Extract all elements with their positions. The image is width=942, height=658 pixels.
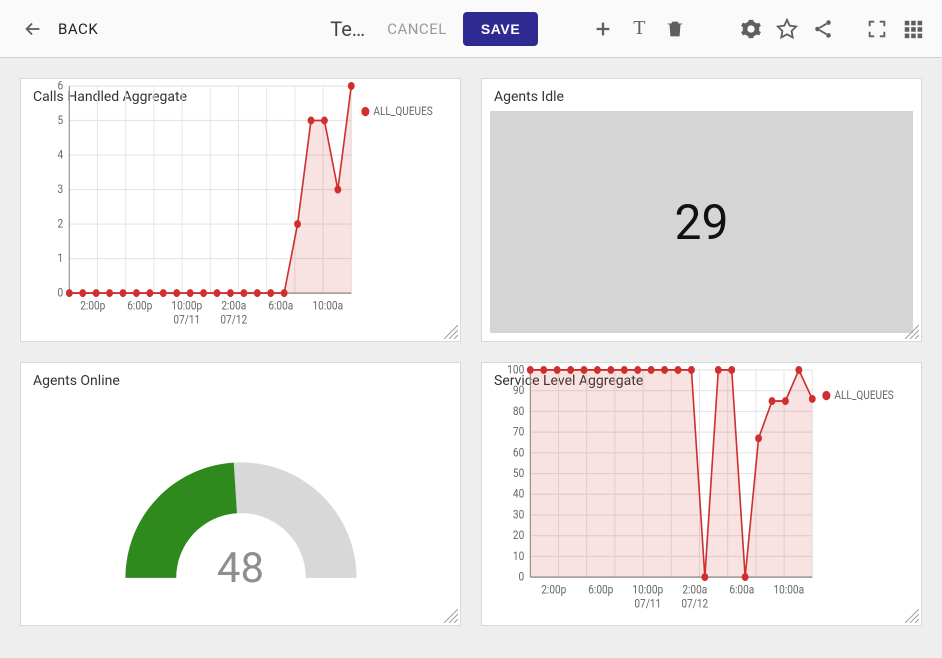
svg-text:07/11: 07/11 (173, 313, 200, 327)
svg-text:40: 40 (513, 487, 524, 501)
svg-text:0: 0 (58, 286, 64, 300)
svg-text:2:00a: 2:00a (682, 583, 707, 597)
toolbar: BACK Te… CANCEL SAVE T (0, 0, 942, 58)
resize-handle-icon[interactable] (442, 607, 458, 623)
svg-text:2:00a: 2:00a (221, 299, 246, 313)
svg-text:07/12: 07/12 (220, 313, 247, 327)
svg-text:6:00a: 6:00a (729, 583, 754, 597)
dashboard-grid: Calls Handled Aggregate 01234562:00p6:00… (0, 58, 942, 646)
trash-icon[interactable] (664, 18, 686, 40)
text-icon[interactable]: T (628, 18, 650, 40)
share-icon[interactable] (812, 18, 834, 40)
singlestat-value: 29 (675, 194, 729, 251)
resize-handle-icon[interactable] (442, 323, 458, 339)
svg-text:3: 3 (58, 182, 64, 196)
view-tools (866, 18, 924, 40)
back-button[interactable]: BACK (22, 18, 98, 40)
page-tools (740, 18, 834, 40)
svg-text:30: 30 (513, 508, 524, 522)
fullscreen-icon[interactable] (866, 18, 888, 40)
card-agents-online[interactable]: Agents Online 48 (20, 362, 461, 626)
svg-text:20: 20 (513, 528, 524, 542)
chart-area: 0 1 2 3 4 5 6 2:00p 6:00p 10:00p07/11 2:00a07/12 6:… (29, 79, 452, 335)
resize-handle-icon[interactable] (903, 323, 919, 339)
svg-text:6:00p: 6:00p (127, 299, 152, 313)
svg-text:10: 10 (513, 549, 524, 563)
svg-text:6:00p: 6:00p (588, 583, 613, 597)
card-title: Agents Online (21, 363, 460, 395)
svg-text:70: 70 (513, 425, 524, 439)
svg-text:07/12: 07/12 (681, 597, 708, 611)
svg-text:90: 90 (513, 383, 524, 397)
svg-text:2:00p: 2:00p (541, 583, 566, 597)
gauge: 48 (21, 395, 460, 625)
card-calls-handled[interactable]: Calls Handled Aggregate 01234562:00p6:00… (20, 78, 461, 342)
arrow-left-icon (22, 18, 44, 40)
svg-text:10:00p: 10:00p (171, 299, 202, 313)
svg-text:07/11: 07/11 (634, 597, 661, 611)
chart-area: 01020304050607080901002:00p6:00p10:00p07… (490, 363, 913, 619)
save-button[interactable]: SAVE (463, 12, 539, 46)
svg-text:6: 6 (58, 79, 64, 93)
svg-text:50: 50 (513, 466, 524, 480)
svg-text:ALL_QUEUES: ALL_QUEUES (834, 388, 894, 402)
insert-tools: T (592, 18, 686, 40)
cancel-button[interactable]: CANCEL (377, 14, 457, 44)
singlestat-area: 29 (490, 111, 913, 333)
card-title: Agents Idle (482, 79, 921, 111)
svg-text:2: 2 (58, 217, 64, 231)
svg-text:10:00p: 10:00p (632, 583, 663, 597)
star-icon[interactable] (776, 18, 798, 40)
gauge-value: 48 (217, 544, 264, 593)
card-agents-idle[interactable]: Agents Idle 29 (481, 78, 922, 342)
svg-text:2:00p: 2:00p (80, 299, 105, 313)
svg-text:ALL_QUEUES: ALL_QUEUES (373, 104, 433, 118)
svg-text:5: 5 (58, 113, 64, 127)
card-service-level[interactable]: Service Level Aggregate 0102030405060708… (481, 362, 922, 626)
svg-text:4: 4 (58, 148, 64, 162)
svg-text:10:00a: 10:00a (774, 583, 805, 597)
svg-text:0: 0 (519, 570, 525, 584)
svg-text:60: 60 (513, 446, 524, 460)
svg-text:6:00a: 6:00a (268, 299, 293, 313)
grid-icon[interactable] (902, 18, 924, 40)
svg-text:100: 100 (507, 363, 524, 377)
plus-icon[interactable] (592, 18, 614, 40)
back-label: BACK (58, 20, 98, 38)
svg-text:10:00a: 10:00a (313, 299, 344, 313)
svg-text:80: 80 (513, 404, 524, 418)
resize-handle-icon[interactable] (903, 607, 919, 623)
gear-icon[interactable] (740, 18, 762, 40)
svg-text:1: 1 (58, 251, 64, 265)
title-truncated: Te… (330, 17, 365, 41)
